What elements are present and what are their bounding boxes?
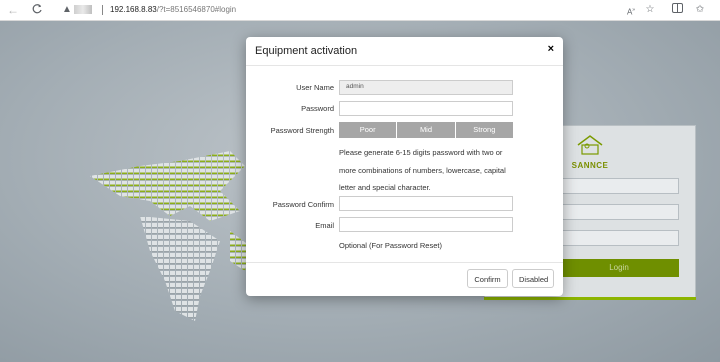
favorites-icon[interactable]: ✩ (693, 3, 707, 17)
header-divider (246, 65, 563, 66)
favorite-star-icon[interactable]: ☆ (643, 3, 657, 17)
hint-line: Please generate 6-15 digits password wit… (339, 148, 503, 157)
close-icon[interactable]: × (548, 43, 554, 55)
username-field: admin (339, 80, 513, 95)
password-confirm-input[interactable] (339, 196, 513, 211)
strength-mid: Mid (397, 122, 456, 138)
url-host: 192.168.8.83 (110, 5, 157, 14)
read-aloud-icon[interactable]: A» (624, 3, 638, 17)
browser-toolbar: ← ▲ 192.168.8.83/?t=8516546870#login A» … (0, 0, 720, 21)
password-strength-label: Password Strength (270, 126, 334, 135)
password-strength-meter: Poor Mid Strong (339, 122, 513, 138)
login-accent-bar (484, 297, 696, 300)
not-secure-warning-icon[interactable]: ▲ (62, 3, 72, 17)
sannce-logo: SANNCE (565, 134, 615, 172)
redacted-security-label (74, 5, 92, 14)
email-label: Email (315, 221, 334, 230)
footer-divider (246, 262, 563, 263)
bg-username-input[interactable] (561, 178, 679, 194)
password-confirm-label: Password Confirm (272, 200, 334, 209)
address-divider (102, 5, 103, 15)
password-hint: Please generate 6-15 digits password wit… (339, 144, 515, 197)
url-path: /?t=8516546870#login (156, 5, 237, 14)
brand-name: SANNCE (571, 161, 609, 170)
password-label: Password (301, 104, 334, 113)
strength-poor: Poor (339, 122, 398, 138)
reload-icon[interactable] (30, 3, 44, 17)
hint-line: letter and special character. (339, 183, 431, 192)
hint-line: more combinations of numbers, lowercase,… (339, 165, 506, 175)
dialog-title: Equipment activation (255, 45, 358, 57)
confirm-button[interactable]: Confirm (467, 269, 508, 288)
strength-strong: Strong (455, 122, 513, 138)
equipment-activation-dialog: Equipment activation × User Name admin P… (246, 37, 563, 296)
bg-login-button[interactable]: Login (559, 259, 679, 277)
email-input[interactable] (339, 217, 513, 232)
address-url[interactable]: 192.168.8.83/?t=8516546870#login (110, 4, 236, 16)
email-optional-note: Optional (For Password Reset) (339, 241, 442, 250)
username-label: User Name (296, 83, 334, 92)
password-input[interactable] (339, 101, 513, 116)
bg-captcha-input[interactable] (561, 230, 679, 246)
split-screen-icon[interactable] (670, 3, 684, 17)
bg-password-input[interactable] (561, 204, 679, 220)
username-value: admin (346, 83, 364, 90)
disabled-button[interactable]: Disabled (512, 269, 554, 288)
back-icon[interactable]: ← (6, 3, 20, 17)
